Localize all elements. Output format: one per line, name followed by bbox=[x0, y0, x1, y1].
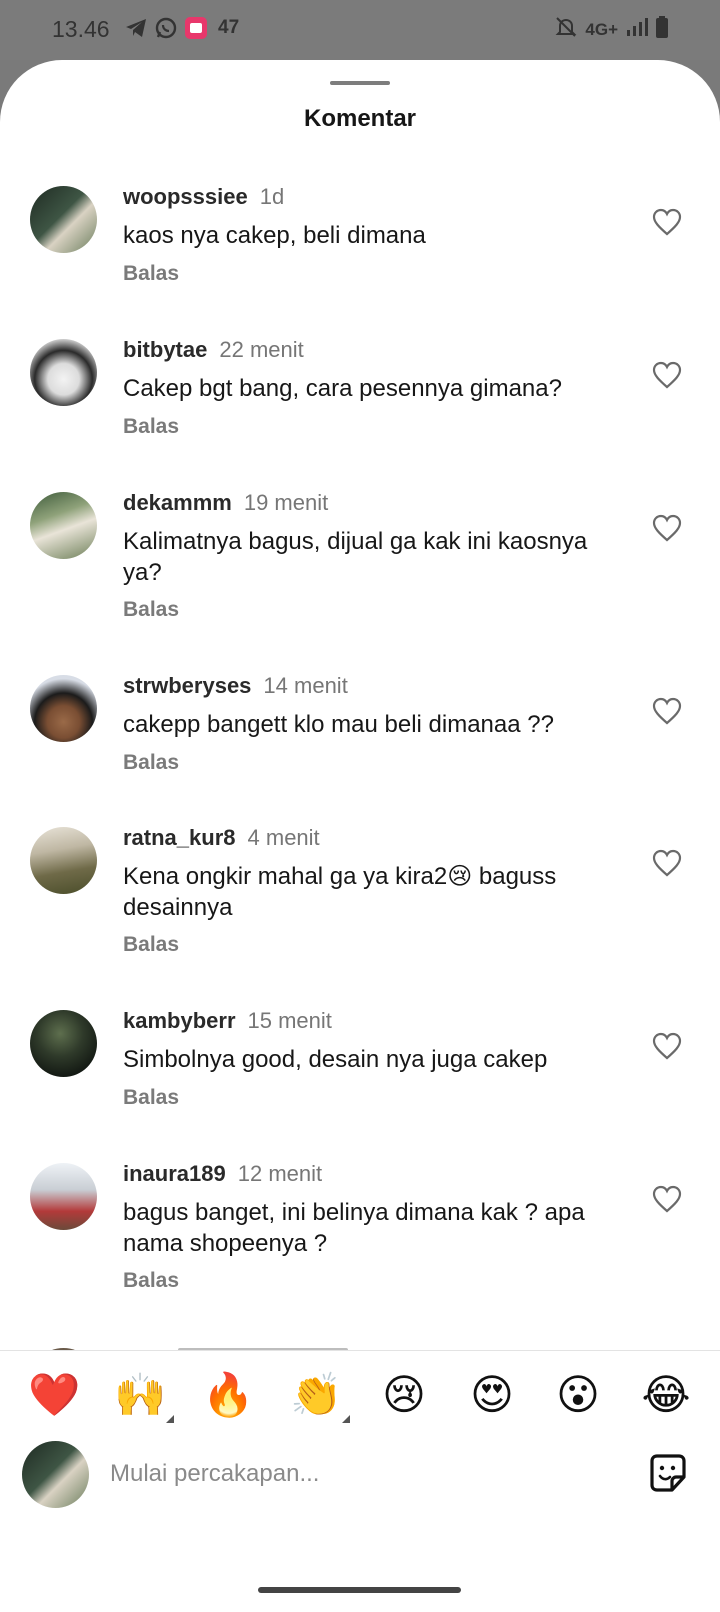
avatar[interactable] bbox=[30, 492, 97, 559]
reply-button[interactable]: Balas bbox=[123, 1269, 179, 1293]
crying-emoji-button[interactable]: 😢 bbox=[378, 1369, 430, 1421]
comment-time: 19 menit bbox=[243, 490, 329, 515]
heart-eyes-emoji-button[interactable]: 😍 bbox=[466, 1369, 518, 1421]
avatar[interactable] bbox=[30, 339, 97, 406]
like-heart-icon[interactable] bbox=[652, 1185, 682, 1213]
battery-icon bbox=[656, 16, 668, 43]
reply-button[interactable]: Balas bbox=[123, 751, 179, 775]
signal-icon bbox=[626, 17, 648, 42]
comment-meta: woopsssiee 1d bbox=[123, 184, 284, 210]
comment-text: Kalimatnya bagus, dijual ga kak ini kaos… bbox=[123, 528, 588, 586]
like-heart-icon[interactable] bbox=[652, 1032, 682, 1060]
avatar[interactable] bbox=[30, 186, 97, 253]
status-time: 13.46 bbox=[52, 16, 110, 42]
raised-hands-emoji-button[interactable]: 🙌 bbox=[114, 1369, 166, 1421]
comments-sheet: Komentar woopsssiee 1d kaos nya cakep, be… bbox=[0, 60, 720, 1612]
reply-button[interactable]: Balas bbox=[123, 415, 179, 439]
comment-meta: dekammm 19 menit bbox=[123, 490, 328, 516]
comment-username[interactable]: woopsssiee bbox=[123, 184, 248, 209]
telegram-icon bbox=[124, 16, 148, 40]
home-indicator[interactable] bbox=[258, 1587, 461, 1593]
sticker-icon[interactable] bbox=[646, 1451, 690, 1495]
skin-tone-indicator-icon bbox=[342, 1415, 350, 1423]
like-heart-icon[interactable] bbox=[652, 514, 682, 542]
reply-button[interactable]: Balas bbox=[123, 1086, 179, 1110]
comment-meta: bitbytae 22 menit bbox=[123, 337, 304, 363]
comment-composer-bar: ❤️ 🙌 🔥 👏 😢 😍 😮 😂 bbox=[0, 1350, 720, 1612]
comment-username[interactable]: inaura189 bbox=[123, 1161, 226, 1186]
avatar[interactable] bbox=[30, 1163, 97, 1230]
comment-username[interactable]: bitbytae bbox=[123, 337, 207, 362]
comment-input[interactable] bbox=[108, 1447, 612, 1501]
comment-meta: kambyberr 15 menit bbox=[123, 1008, 332, 1034]
current-user-avatar bbox=[22, 1441, 89, 1508]
comment-meta: ratna_kur8 4 menit bbox=[123, 825, 320, 851]
avatar[interactable] bbox=[30, 675, 97, 742]
comment-text: Simbolnya good, desain nya juga cakep bbox=[123, 1046, 548, 1073]
like-heart-icon[interactable] bbox=[652, 697, 682, 725]
comment-time: 14 menit bbox=[263, 673, 348, 698]
comment-text: kaos nya cakep, beli dimana bbox=[123, 222, 426, 249]
comment-text: cakepp bangett klo mau beli dimanaa ?? bbox=[123, 711, 554, 738]
like-heart-icon[interactable] bbox=[652, 361, 682, 389]
comment-username[interactable]: strwberyses bbox=[123, 673, 251, 698]
comment-meta: inaura189 12 menit bbox=[123, 1161, 322, 1187]
comment-text: Cakep bgt bang, cara pesennya gimana? bbox=[123, 375, 562, 402]
drag-handle[interactable] bbox=[330, 81, 390, 85]
notification-count: 47 bbox=[218, 17, 240, 38]
comment-meta: strwberyses 14 menit bbox=[123, 673, 348, 699]
like-heart-icon[interactable] bbox=[652, 208, 682, 236]
notification-icons: 47 bbox=[124, 16, 239, 40]
whatsapp-icon bbox=[154, 16, 178, 40]
fire-emoji-button[interactable]: 🔥 bbox=[202, 1369, 254, 1421]
heart-emoji-button[interactable]: ❤️ bbox=[28, 1369, 80, 1421]
system-icons: 4G+ bbox=[555, 16, 668, 43]
skin-tone-indicator-icon bbox=[166, 1415, 174, 1423]
quick-emoji-row: ❤️ 🙌 🔥 👏 😢 😍 😮 😂 bbox=[0, 1369, 720, 1427]
mute-icon bbox=[555, 16, 577, 43]
reply-button[interactable]: Balas bbox=[123, 933, 179, 957]
like-heart-icon[interactable] bbox=[652, 849, 682, 877]
reply-button[interactable]: Balas bbox=[123, 598, 179, 622]
clap-emoji-button[interactable]: 👏 bbox=[290, 1369, 342, 1421]
comment-time: 4 menit bbox=[247, 825, 320, 850]
comment-username[interactable]: dekammm bbox=[123, 490, 232, 515]
comment-time: 12 menit bbox=[237, 1161, 323, 1186]
comment-text: Kena ongkir mahal ga ya kira2😢 baguss de… bbox=[123, 863, 557, 921]
sheet-title: Komentar bbox=[303, 105, 417, 132]
comment-time: 15 menit bbox=[247, 1008, 332, 1033]
comment-username[interactable]: kambyberr bbox=[123, 1008, 236, 1033]
comment-time: 22 menit bbox=[219, 337, 304, 362]
laughing-emoji-button[interactable]: 😂 bbox=[640, 1369, 692, 1421]
comment-time: 1d bbox=[259, 184, 285, 209]
status-bar: 13.46 47 4G+ bbox=[0, 0, 720, 60]
comment-text: bagus banget, ini belinya dimana kak ? a… bbox=[123, 1199, 585, 1257]
surprised-emoji-button[interactable]: 😮 bbox=[552, 1369, 604, 1421]
avatar[interactable] bbox=[30, 1010, 97, 1077]
avatar[interactable] bbox=[30, 827, 97, 894]
comment-username[interactable]: ratna_kur8 bbox=[123, 825, 236, 850]
shop-app-icon bbox=[184, 16, 208, 40]
reply-button[interactable]: Balas bbox=[123, 262, 179, 286]
network-label: 4G+ bbox=[585, 19, 618, 39]
